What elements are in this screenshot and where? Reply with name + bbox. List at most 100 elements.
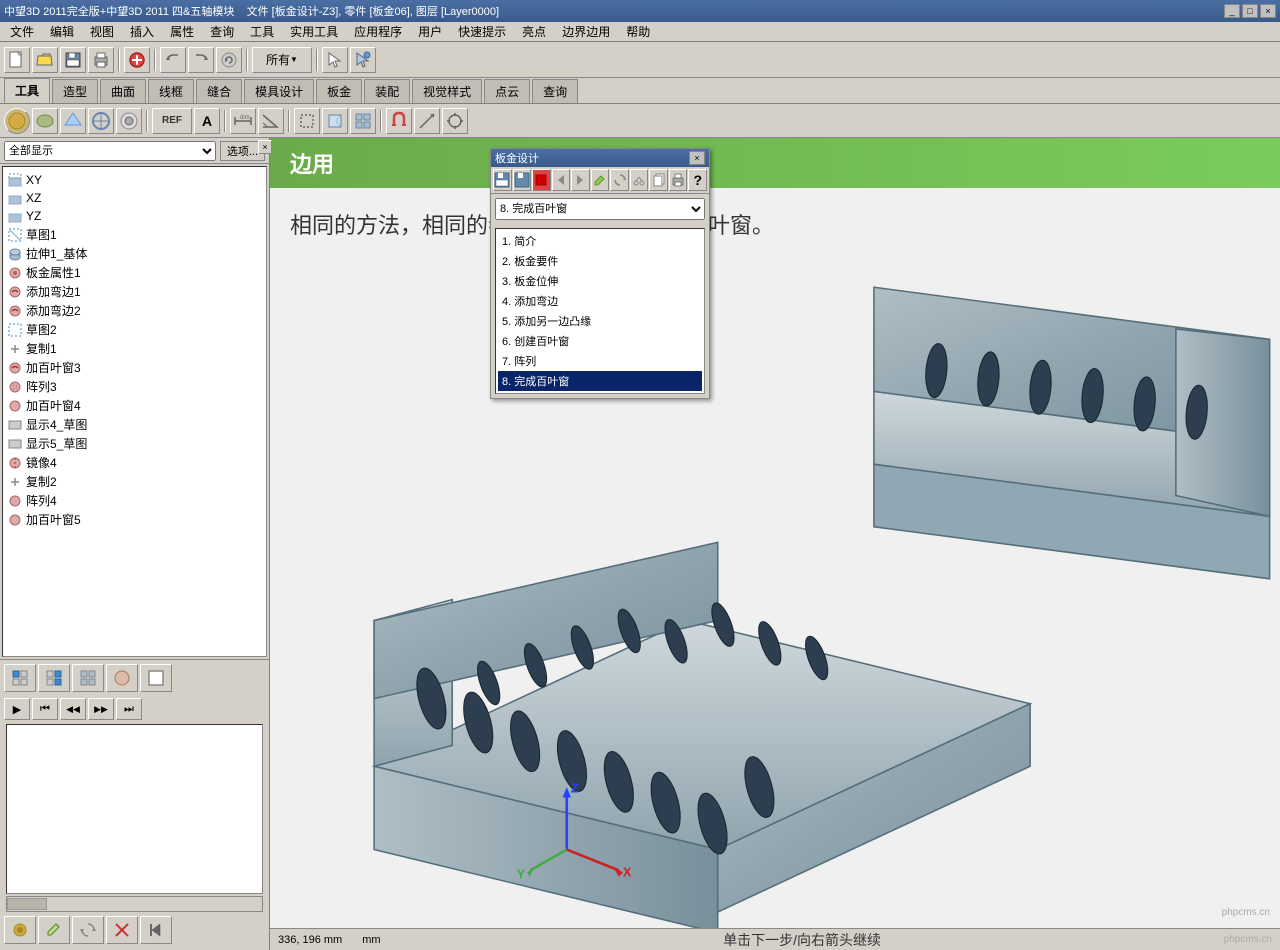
- close-button[interactable]: ×: [1260, 4, 1276, 18]
- tab-tools[interactable]: 工具: [4, 78, 50, 103]
- menu-help[interactable]: 帮助: [620, 21, 656, 42]
- menu-quick-tips[interactable]: 快速提示: [452, 21, 512, 42]
- select-btn[interactable]: [322, 47, 348, 73]
- bangjin-step-5[interactable]: 5. 添加另一边凸缘: [498, 311, 702, 331]
- angle-btn[interactable]: [258, 108, 284, 134]
- bangjin-save-btn[interactable]: [493, 169, 512, 191]
- tree-item-copy1[interactable]: 复制1: [3, 339, 266, 358]
- menu-properties[interactable]: 属性: [164, 21, 200, 42]
- btn8[interactable]: [216, 47, 242, 73]
- bangjin-refresh-btn[interactable]: [610, 169, 629, 191]
- dim-btn[interactable]: dim: [230, 108, 256, 134]
- tree-item-show5[interactable]: 显示5_草图: [3, 434, 266, 453]
- bangjin-help-btn[interactable]: ?: [688, 169, 707, 191]
- menu-edit[interactable]: 编辑: [44, 21, 80, 42]
- bangjin-save2-btn[interactable]: [513, 169, 532, 191]
- bangjin-step-7[interactable]: 7. 阵列: [498, 351, 702, 371]
- view-icon-5[interactable]: [116, 108, 142, 134]
- action-btn-settings[interactable]: [4, 916, 36, 944]
- bangjin-step-6[interactable]: 6. 创建百叶窗: [498, 331, 702, 351]
- menu-user[interactable]: 用户: [412, 21, 448, 42]
- play-btn-first[interactable]: ⏮: [32, 698, 58, 720]
- action-btn-back[interactable]: [140, 916, 172, 944]
- play-btn-prev[interactable]: ◀◀: [60, 698, 86, 720]
- tree-item-show4[interactable]: 显示4_草图: [3, 415, 266, 434]
- sketch-btn[interactable]: [294, 108, 320, 134]
- tab-assembly[interactable]: 装配: [364, 79, 410, 103]
- bottom-btn-3[interactable]: [72, 664, 104, 692]
- tab-mold[interactable]: 模具设计: [244, 79, 314, 103]
- filter-all[interactable]: 所有 ▼: [252, 47, 312, 73]
- tree-item-mirror4[interactable]: 镜像4: [3, 453, 266, 472]
- tree-item-sketch2[interactable]: 草图2: [3, 320, 266, 339]
- action-btn-edit[interactable]: [38, 916, 70, 944]
- tab-seam[interactable]: 缝合: [196, 79, 242, 103]
- tab-visual[interactable]: 视觉样式: [412, 79, 482, 103]
- menu-view[interactable]: 视图: [84, 21, 120, 42]
- snap-btn[interactable]: [442, 108, 468, 134]
- tree-item-louver3[interactable]: 加百叶窗3: [3, 358, 266, 377]
- action-btn-delete[interactable]: [106, 916, 138, 944]
- tree-item-array3[interactable]: ∷ 阵列3: [3, 377, 266, 396]
- btn5[interactable]: [124, 47, 150, 73]
- print-button[interactable]: [88, 47, 114, 73]
- action-btn-refresh[interactable]: [72, 916, 104, 944]
- new-button[interactable]: [4, 47, 30, 73]
- tree-item-extrude1[interactable]: 拉伸1_基体: [3, 244, 266, 263]
- tab-surface[interactable]: 曲面: [100, 79, 146, 103]
- menu-utilities[interactable]: 实用工具: [284, 21, 344, 42]
- tree-item-yz[interactable]: YZ: [3, 207, 266, 225]
- bottom-btn-1[interactable]: [4, 664, 36, 692]
- tree-item-sketch1[interactable]: 草图1: [3, 225, 266, 244]
- play-btn-last[interactable]: ⏭: [116, 698, 142, 720]
- grid-btn[interactable]: [350, 108, 376, 134]
- tree-item-xz[interactable]: XZ: [3, 189, 266, 207]
- menu-tools[interactable]: 工具: [244, 21, 280, 42]
- tree-item-sheetmetal-prop[interactable]: 板金属性1: [3, 263, 266, 282]
- tree-item-xy[interactable]: XY: [3, 171, 266, 189]
- feature-btn[interactable]: [322, 108, 348, 134]
- redo-button[interactable]: [188, 47, 214, 73]
- menu-boundary[interactable]: 边界边用: [556, 21, 616, 42]
- save-button[interactable]: [60, 47, 86, 73]
- view-icon-2[interactable]: [32, 108, 58, 134]
- bangjin-next-btn[interactable]: [571, 169, 590, 191]
- bangjin-step-8[interactable]: 8. 完成百叶窗: [498, 371, 702, 391]
- minimize-button[interactable]: _: [1224, 4, 1240, 18]
- tree-item-copy2[interactable]: 复制2: [3, 472, 266, 491]
- play-btn-play[interactable]: ▶: [4, 698, 30, 720]
- tree-item-louver4[interactable]: 加百叶窗4: [3, 396, 266, 415]
- bangjin-edit-btn[interactable]: [591, 169, 610, 191]
- menu-query[interactable]: 查询: [204, 21, 240, 42]
- menu-highlight[interactable]: 亮点: [516, 21, 552, 42]
- viewport-canvas[interactable]: 相同的方法，相同的参数做出另外一边的百叶窗。: [270, 188, 1280, 928]
- bangjin-step-3[interactable]: 3. 板金位伸: [498, 271, 702, 291]
- view-icon-1[interactable]: [4, 108, 30, 134]
- bangjin-copy-btn[interactable]: [649, 169, 668, 191]
- bangjin-step-1[interactable]: 1. 简介: [498, 231, 702, 251]
- magnet-btn[interactable]: [386, 108, 412, 134]
- bangjin-print-btn[interactable]: [669, 169, 688, 191]
- menu-file[interactable]: 文件: [4, 21, 40, 42]
- bangjin-step-2[interactable]: 2. 板金要件: [498, 251, 702, 271]
- tree-item-bend1[interactable]: 添加弯边1: [3, 282, 266, 301]
- menu-insert[interactable]: 插入: [124, 21, 160, 42]
- preview-scrollbar-thumb[interactable]: [7, 898, 47, 910]
- open-button[interactable]: [32, 47, 58, 73]
- tab-sheetmetal[interactable]: 板金: [316, 79, 362, 103]
- bangjin-step-4[interactable]: 4. 添加弯边: [498, 291, 702, 311]
- bangjin-prev-btn[interactable]: [552, 169, 571, 191]
- bangjin-step-dropdown[interactable]: 8. 完成百叶窗 1. 简介 2. 板金要件 3. 板金位伸 4. 添加弯边 5…: [495, 198, 705, 220]
- tree-item-array4[interactable]: 阵列4: [3, 491, 266, 510]
- bottom-btn-5[interactable]: [140, 664, 172, 692]
- select2-btn[interactable]: [350, 47, 376, 73]
- bottom-btn-4[interactable]: [106, 664, 138, 692]
- preview-scrollbar[interactable]: [6, 896, 263, 912]
- bangjin-cut-btn[interactable]: [630, 169, 649, 191]
- view-icon-3[interactable]: [60, 108, 86, 134]
- text-A-btn[interactable]: A: [194, 108, 220, 134]
- left-panel-close[interactable]: ×: [258, 140, 272, 154]
- tab-pointcloud[interactable]: 点云: [484, 79, 530, 103]
- menu-applications[interactable]: 应用程序: [348, 21, 408, 42]
- maximize-button[interactable]: □: [1242, 4, 1258, 18]
